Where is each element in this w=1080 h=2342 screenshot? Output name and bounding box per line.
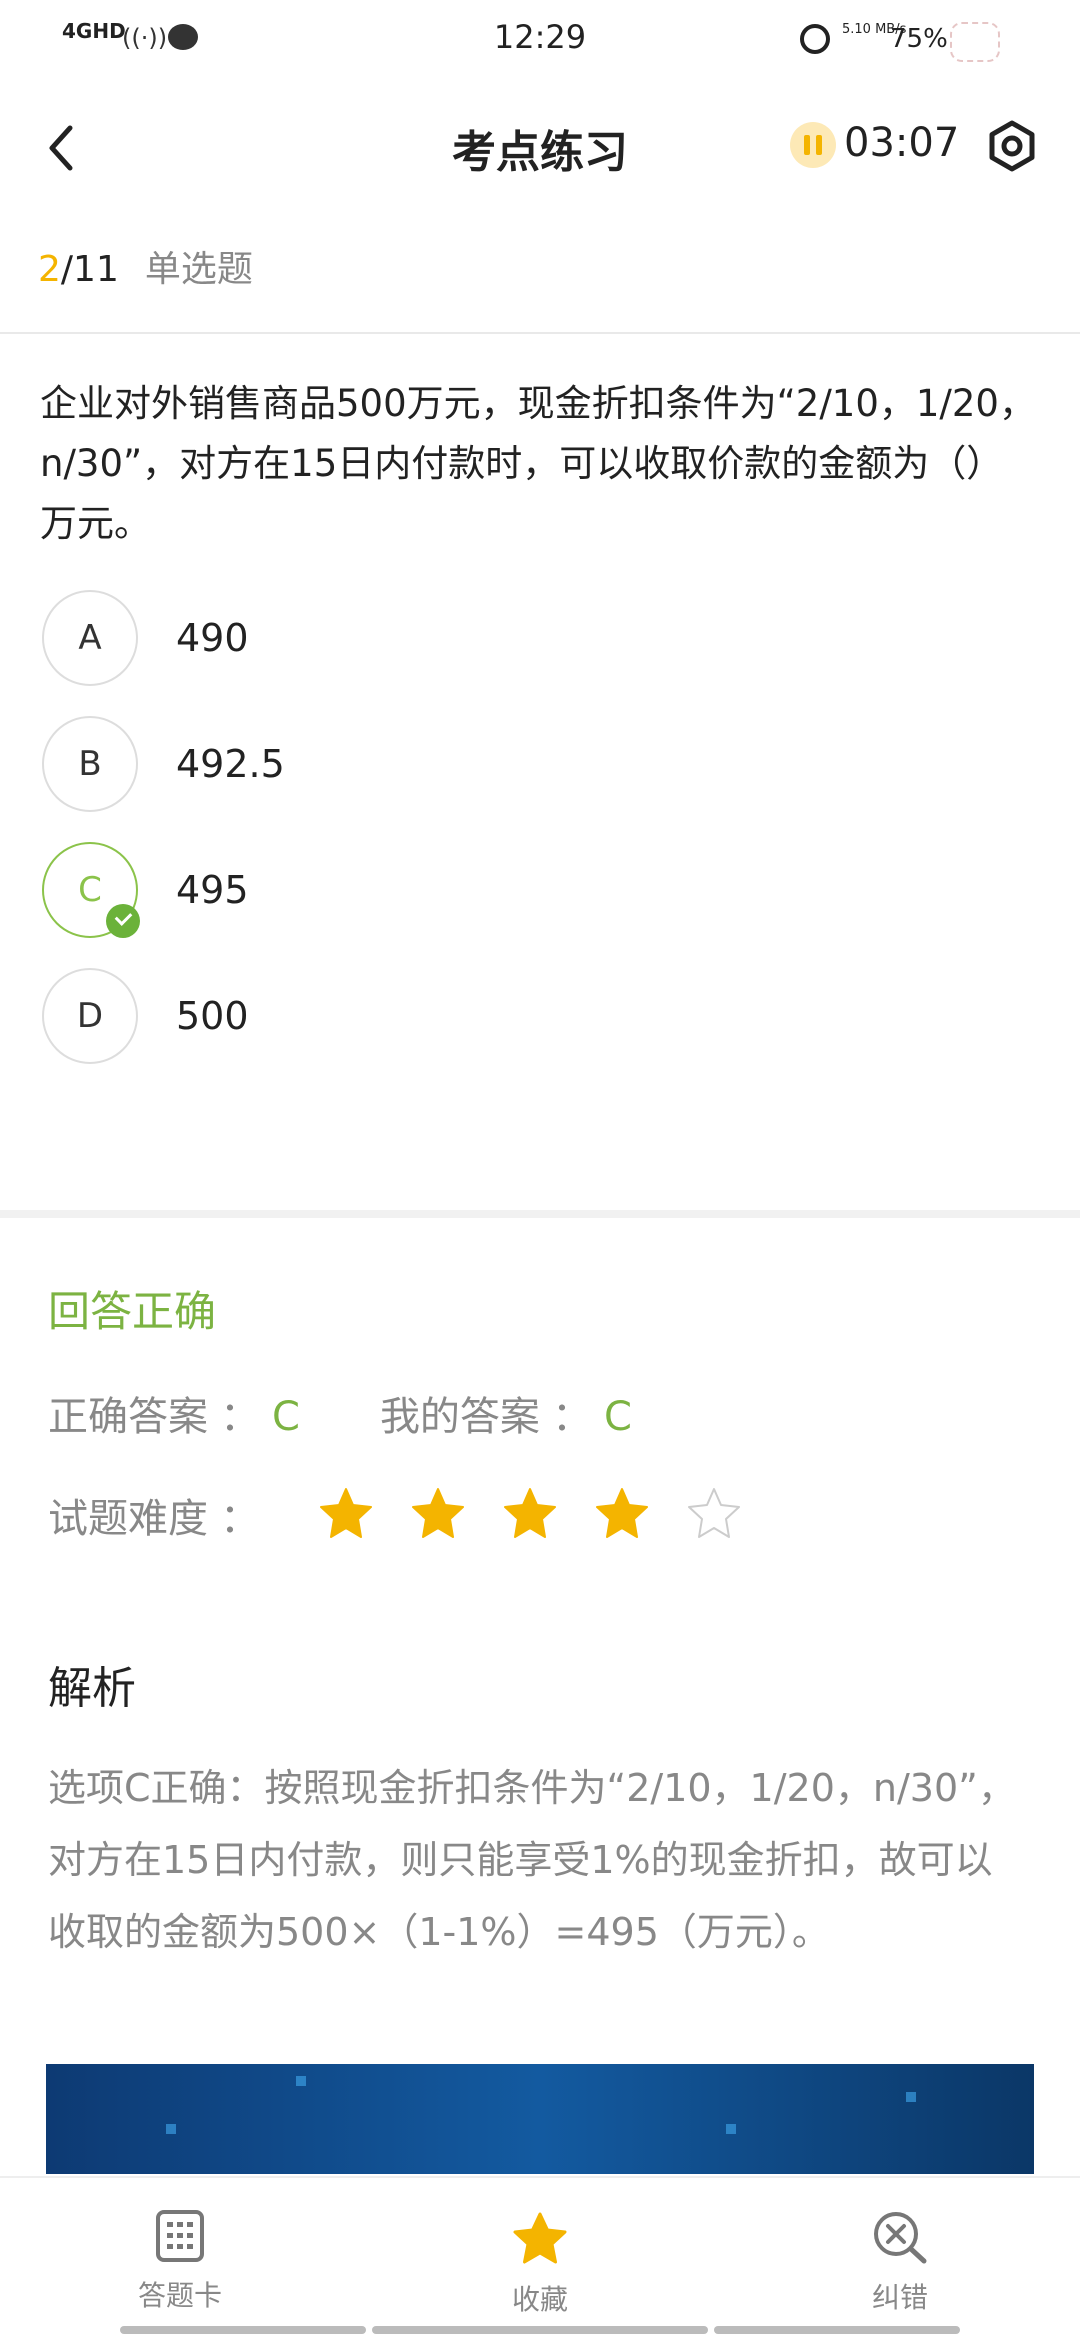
result-status: 回答正确 [48, 1287, 217, 1336]
option-value: 495 [176, 868, 249, 912]
option-a[interactable]: A 490 [42, 590, 942, 690]
banner-dot [906, 2092, 916, 2102]
nav-indicator [372, 2326, 708, 2334]
question-current: 2 [38, 249, 61, 290]
star-filled-icon [318, 1486, 374, 1542]
analysis-title: 解析 [48, 1663, 136, 1714]
tab-answer-card[interactable]: 答题卡 [80, 2208, 280, 2314]
tab-report-error[interactable]: 纠错 [800, 2208, 1000, 2316]
analysis-text: 选项C正确：按照现金折扣条件为“2/10，1/20，n/30”，对方在15日内付… [48, 1766, 1016, 1954]
star-icon [513, 2212, 567, 2264]
correct-answer-label: 正确答案 [48, 1394, 208, 1440]
question-meta: 2/11 单选题 [38, 240, 253, 292]
bunny-icon [950, 22, 1000, 62]
nav-indicator [120, 2326, 366, 2334]
banner-dot [726, 2124, 736, 2134]
option-value: 492.5 [176, 742, 285, 786]
battery-level: 75% [890, 24, 948, 54]
answer-card-icon [156, 2210, 204, 2262]
question-type: 单选题 [144, 249, 253, 290]
app-header: 考点练习 03:07 [0, 80, 1080, 210]
option-value: 490 [176, 616, 249, 660]
option-value: 500 [176, 994, 249, 1038]
banner-dot [296, 2076, 306, 2086]
tab-favorite[interactable]: 收藏 [440, 2208, 640, 2318]
question-total: /11 [60, 249, 119, 290]
option-b[interactable]: B 492.5 [42, 716, 942, 816]
star-filled-icon [502, 1486, 558, 1542]
check-icon [106, 904, 140, 938]
banner-dot [166, 2124, 176, 2134]
my-answer: C [603, 1394, 632, 1440]
alarm-icon [800, 24, 830, 54]
difficulty-row: 试题难度： [48, 1496, 260, 1542]
section-separator [0, 1210, 1080, 1218]
status-bar: 4GHD ((·)) 12:29 5.10 MB/s 75% [0, 0, 1080, 80]
answer-row: 正确答案： C 我的答案： C [48, 1394, 632, 1440]
option-letter: D [42, 968, 138, 1064]
gear-icon [989, 120, 1035, 172]
ad-banner[interactable] [46, 2064, 1034, 2174]
option-d[interactable]: D 500 [42, 968, 942, 1068]
settings-button[interactable] [986, 120, 1038, 172]
question-text: 企业对外销售商品500万元，现金折扣条件为“2/10，1/20，n/30”，对方… [40, 382, 1036, 545]
option-c[interactable]: C 495 [42, 842, 942, 942]
star-filled-icon [594, 1486, 650, 1542]
correct-answer: C [272, 1394, 300, 1440]
timer: 03:07 [844, 120, 960, 166]
divider [0, 332, 1080, 334]
error-search-icon [874, 2212, 927, 2264]
my-answer-label: 我的答案 [379, 1394, 540, 1440]
option-letter: B [42, 716, 138, 812]
bottom-bar: 答题卡 收藏 纠错 [0, 2176, 1080, 2342]
tab-label: 答题卡 [137, 2279, 222, 2312]
star-filled-icon [410, 1486, 466, 1542]
tab-label: 收藏 [511, 2283, 568, 2316]
nav-indicator [714, 2326, 960, 2334]
tab-label: 纠错 [871, 2281, 928, 2314]
pause-button[interactable] [790, 122, 836, 168]
star-empty-icon [686, 1486, 742, 1542]
option-letter: A [42, 590, 138, 686]
difficulty-label: 试题难度 [48, 1496, 208, 1542]
